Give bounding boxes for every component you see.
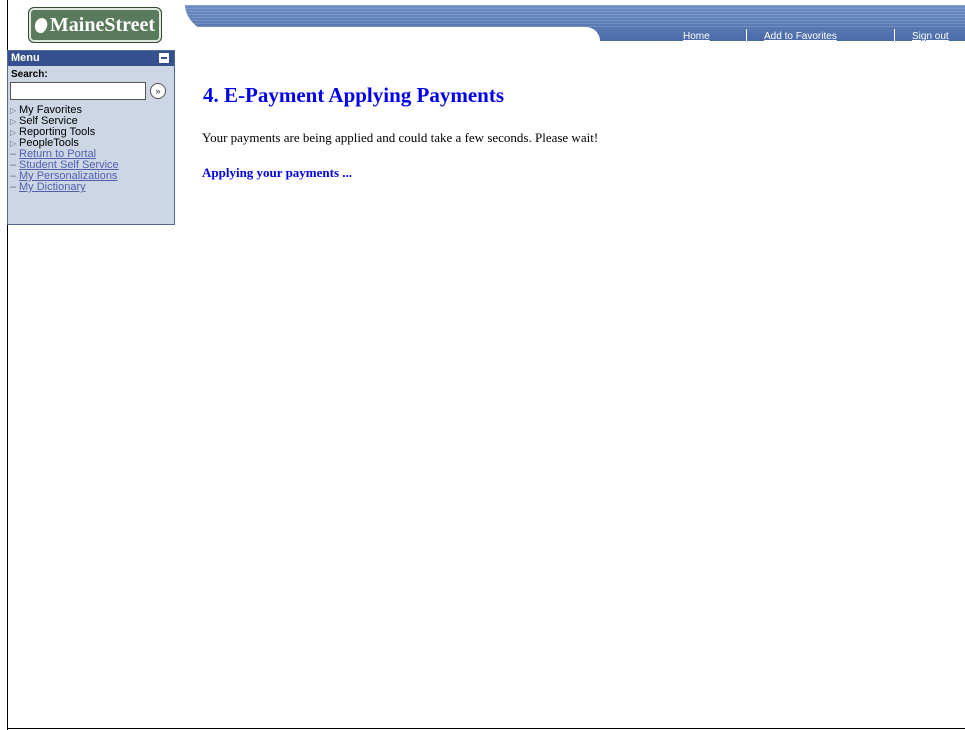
applying-status: Applying your payments ...: [202, 165, 353, 180]
expand-triangle-icon: ▷: [10, 117, 17, 126]
header-nav: Home Add to Favorites Sign out: [0, 29, 965, 43]
search-go-icon[interactable]: »: [150, 83, 166, 99]
nav-sign-out-link[interactable]: Sign out: [912, 31, 949, 42]
menu-title: Menu: [11, 52, 40, 64]
menu-link-my-dictionary[interactable]: – My Dictionary: [8, 182, 174, 193]
menu-search-input[interactable]: [10, 82, 146, 100]
collapse-icon[interactable]: [159, 53, 169, 63]
dash-icon: –: [10, 181, 17, 193]
nav-separator: [746, 29, 747, 41]
search-row: »: [8, 82, 174, 102]
search-label: Search:: [11, 69, 48, 80]
page-frame-bottom: [7, 728, 965, 729]
expand-triangle-icon: ▷: [10, 128, 17, 137]
menu-header: Menu: [8, 51, 174, 66]
wait-message: Your payments are being applied and coul…: [202, 130, 599, 145]
menu-panel: Menu Search: » ▷ My Favorites ▷ Self Servi…: [7, 50, 175, 225]
expand-triangle-icon: ▷: [10, 106, 17, 115]
menu-item-label: My Dictionary: [19, 181, 86, 193]
nav-separator: [894, 29, 895, 41]
menu-list: ▷ My Favorites ▷ Self Service ▷ Reporting T…: [8, 105, 174, 193]
nav-add-to-favorites-link[interactable]: Add to Favorites: [764, 31, 837, 42]
page-title: 4. E-Payment Applying Payments: [203, 83, 505, 107]
banner-stripes: [185, 5, 965, 27]
nav-home-link[interactable]: Home: [683, 31, 710, 42]
